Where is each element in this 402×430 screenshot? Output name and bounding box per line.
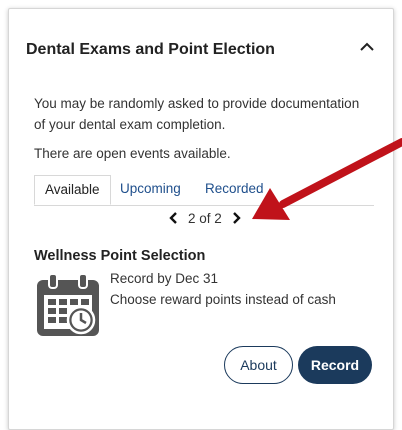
card-description: You may be randomly asked to provide doc… [34, 96, 360, 132]
chevron-right-icon[interactable] [230, 211, 242, 225]
record-button[interactable]: Record [298, 346, 372, 384]
record-by-text: Record by Dec 31 [110, 271, 219, 286]
card-title: Dental Exams and Point Election [26, 41, 275, 58]
tab-bar: Available Upcoming Recorded [34, 175, 374, 206]
tab-recorded[interactable]: Recorded [205, 175, 264, 205]
about-button[interactable]: About [224, 346, 293, 384]
item-detail-text: Choose reward points instead of cash [110, 292, 336, 307]
tab-available[interactable]: Available [34, 175, 111, 205]
pager: 2 of 2 [168, 208, 242, 228]
pager-text: 2 of 2 [188, 210, 222, 226]
calendar-clock-icon [37, 273, 99, 336]
chevron-left-icon[interactable] [168, 211, 180, 225]
item-title: Wellness Point Selection [34, 248, 206, 264]
tab-upcoming[interactable]: Upcoming [120, 175, 181, 205]
chevron-up-icon[interactable] [357, 37, 377, 57]
events-note: There are open events available. [34, 146, 231, 161]
